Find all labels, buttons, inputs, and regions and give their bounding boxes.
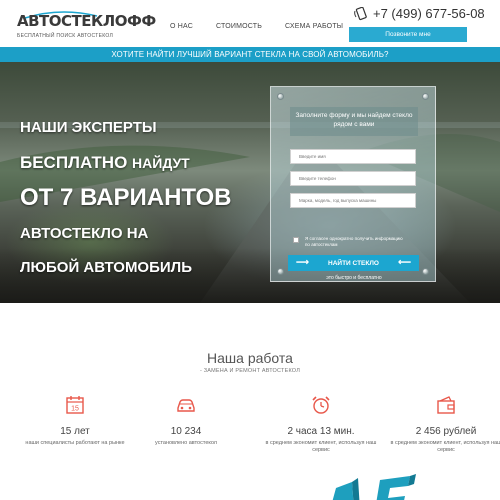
stat-installed: 10 234 установлено автостекол bbox=[127, 393, 245, 447]
main-nav: О НАС СТОИМОСТЬ СХЕМА РАБОТЫ bbox=[170, 23, 343, 30]
consent-row: Я согласен однократно получить информаци… bbox=[293, 236, 405, 248]
section-subtitle: - ЗАМЕНА И РЕМОНТ АВТОСТЕКОЛ bbox=[199, 368, 301, 374]
logo-subtitle: БЕСПЛАТНЫЙ ПОИСК АВТОСТЕКОЛ bbox=[17, 33, 114, 39]
form-note: это быстро и бесплатно bbox=[326, 275, 382, 281]
headline-line-4: АВТОСТЕКЛО НА bbox=[20, 225, 149, 242]
stat-value: 15 лет bbox=[60, 426, 90, 437]
section-title: Наша работа bbox=[207, 350, 293, 366]
stat-time-saved: 2 часа 13 мин. в среднем экономит клиент… bbox=[262, 393, 380, 455]
arrow-right-icon: ⟶ bbox=[296, 257, 309, 267]
headline-line-3: ОТ 7 ВАРИАНТОВ bbox=[20, 184, 232, 211]
logo[interactable]: АВТОСТЕКЛОФФ БЕСПЛАТНЫЙ ПОИСК АВТОСТЕКОЛ bbox=[17, 11, 156, 39]
stat-description: в среднем экономит клиент, используя наш… bbox=[390, 440, 500, 454]
headline-free: БЕСПЛАТНО bbox=[20, 153, 128, 172]
stat-value: 10 234 bbox=[170, 426, 202, 437]
screw-icon bbox=[422, 268, 429, 275]
stat-description: в среднем экономит клиент, используя наш… bbox=[265, 440, 377, 454]
callback-button[interactable]: Позвоните мне bbox=[349, 27, 467, 42]
svg-text:15: 15 bbox=[71, 406, 79, 413]
arrow-left-icon: ⟵ bbox=[398, 257, 411, 267]
phone-block[interactable]: +7 (499) 677-56-08 bbox=[354, 6, 485, 21]
headline-line-1: НАШИ ЭКСПЕРТЫ bbox=[20, 119, 157, 136]
consent-checkbox[interactable] bbox=[293, 237, 299, 243]
calendar-icon: 15 bbox=[66, 396, 84, 414]
find-glass-label: НАЙТИ СТЕКЛО bbox=[328, 259, 379, 267]
car-model-field[interactable] bbox=[290, 193, 416, 208]
headline-will-find: НАЙДУТ bbox=[132, 155, 190, 171]
stat-money-saved: 2 456 рублей в среднем экономит клиент, … bbox=[387, 393, 500, 455]
phone-field[interactable] bbox=[290, 171, 416, 186]
hero-headline: НАШИ ЭКСПЕРТЫ БЕСПЛАТНО НАЙДУТ ОТ 7 ВАРИ… bbox=[20, 120, 231, 275]
decorative-15-graphic bbox=[332, 474, 416, 500]
stat-value: 2 456 рублей bbox=[415, 426, 477, 437]
find-glass-button[interactable]: ⟶ НАЙТИ СТЕКЛО ⟵ bbox=[288, 255, 419, 271]
landing-page: АВТОСТЕКЛОФФ БЕСПЛАТНЫЙ ПОИСК АВТОСТЕКОЛ… bbox=[0, 0, 500, 500]
headline-line-2: БЕСПЛАТНО НАЙДУТ bbox=[20, 154, 231, 171]
nav-about[interactable]: О НАС bbox=[170, 23, 193, 30]
stat-description: установлено автостекол bbox=[155, 440, 217, 446]
site-header: АВТОСТЕКЛОФФ БЕСПЛАТНЫЙ ПОИСК АВТОСТЕКОЛ… bbox=[0, 0, 500, 47]
form-heading: Заполните форму и мы найдем стекло рядом… bbox=[290, 107, 418, 136]
stat-description: наши специалисты работают на рынке bbox=[25, 440, 125, 446]
headline-line-5: ЛЮБОЙ АВТОМОБИЛЬ bbox=[20, 259, 192, 276]
stat-years: 15 15 лет наши специалисты работают на р… bbox=[16, 393, 134, 447]
screw-icon bbox=[277, 268, 284, 275]
screw-icon bbox=[277, 93, 284, 100]
stat-value: 2 часа 13 мин. bbox=[287, 426, 355, 437]
hero-section: НАШИ ЭКСПЕРТЫ БЕСПЛАТНО НАЙДУТ ОТ 7 ВАРИ… bbox=[0, 62, 500, 303]
phone-icon bbox=[354, 6, 367, 20]
screw-icon bbox=[422, 93, 429, 100]
nav-how-it-works[interactable]: СХЕМА РАБОТЫ bbox=[285, 23, 343, 30]
car-icon bbox=[177, 399, 195, 412]
name-field[interactable] bbox=[290, 149, 416, 164]
consent-text: Я согласен однократно получить информаци… bbox=[305, 236, 403, 248]
promo-banner: ХОТИТЕ НАЙТИ ЛУЧШИЙ ВАРИАНТ СТЕКЛА НА СВ… bbox=[0, 47, 500, 62]
logo-title: АВТОСТЕКЛОФФ bbox=[17, 12, 156, 30]
nav-pricing[interactable]: СТОИМОСТЬ bbox=[216, 23, 262, 30]
wallet-icon bbox=[437, 396, 455, 414]
banner-text: ХОТИТЕ НАЙТИ ЛУЧШИЙ ВАРИАНТ СТЕКЛА НА СВ… bbox=[111, 50, 389, 59]
alarm-clock-icon bbox=[312, 396, 330, 414]
lead-form: Заполните форму и мы найдем стекло рядом… bbox=[270, 86, 436, 282]
stats-row: 15 15 лет наши специалисты работают на р… bbox=[0, 393, 500, 463]
phone-number[interactable]: +7 (499) 677-56-08 bbox=[373, 6, 485, 21]
